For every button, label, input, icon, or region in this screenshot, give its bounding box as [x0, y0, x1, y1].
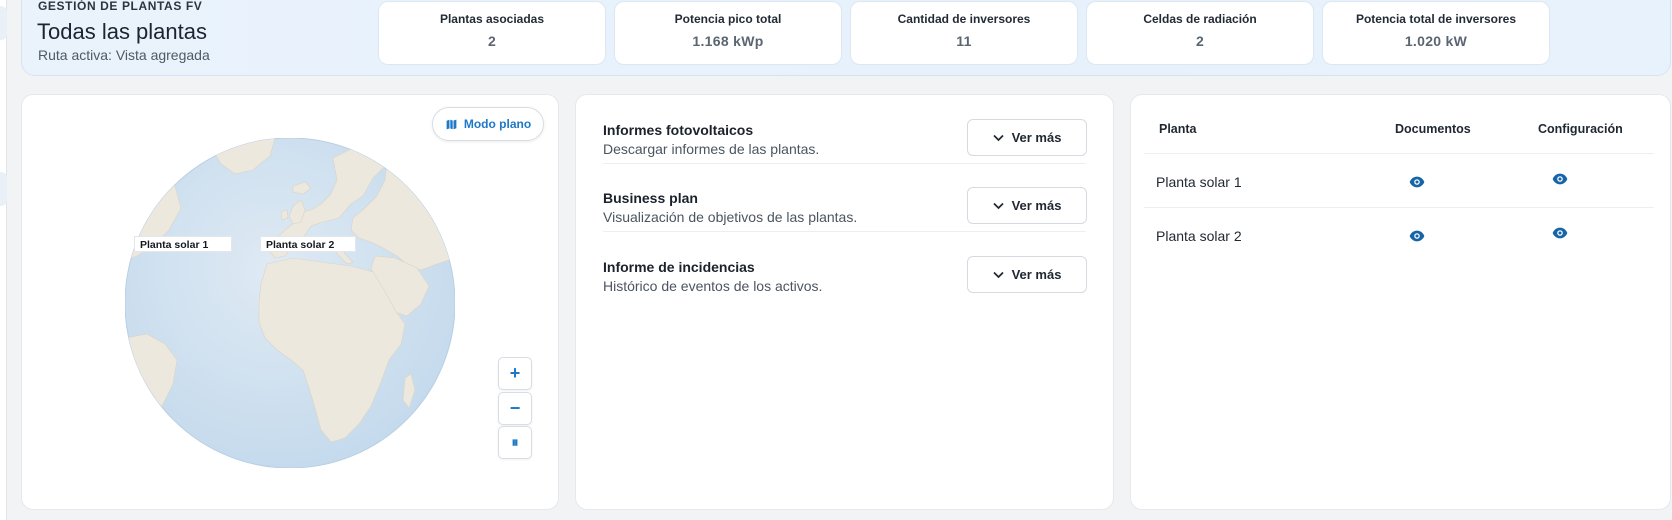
- report-item-informe-incidencias: Informe de incidencias Histórico de even…: [576, 232, 1113, 301]
- chevron-down-icon: [992, 202, 1004, 209]
- kpi-value: 1.168 kWp: [692, 33, 764, 49]
- ver-mas-label: Ver más: [1011, 198, 1062, 213]
- page-title: Todas las plantas: [37, 19, 207, 44]
- kpi-label: Celdas de radiación: [1143, 12, 1257, 26]
- ver-mas-label: Ver más: [1011, 267, 1062, 282]
- kpi-potencia-inversores: Potencia total de inversores 1.020 kW: [1322, 1, 1550, 65]
- table-row: Planta solar 2: [1144, 207, 1654, 265]
- marker-label: Planta solar 2: [266, 239, 335, 251]
- ver-mas-button[interactable]: Ver más: [967, 256, 1087, 293]
- header-banner: GESTIÓN DE PLANTAS FV Todas las plantas …: [21, 0, 1671, 76]
- kpi-value: 1.020 kW: [1404, 33, 1468, 49]
- left-rail: [0, 0, 7, 520]
- chevron-down-icon: [992, 134, 1004, 141]
- flat-mode-label: Modo plano: [463, 117, 532, 131]
- kpi-label: Cantidad de inversores: [897, 12, 1031, 26]
- view-documents-eye-icon[interactable]: [1409, 176, 1425, 188]
- map-marker-planta-solar-2[interactable]: Planta solar 2: [260, 236, 356, 252]
- globe[interactable]: [124, 137, 456, 469]
- active-route: Ruta activa: Vista agregada: [38, 47, 210, 63]
- kpi-value: 2: [1195, 33, 1205, 49]
- table-row: Planta solar 1: [1144, 153, 1654, 211]
- map-marker-planta-solar-1[interactable]: Planta solar 1: [134, 236, 232, 252]
- pause-icon: ⏸: [511, 434, 519, 450]
- section-kicker: GESTIÓN DE PLANTAS FV: [38, 0, 203, 13]
- kpi-plantas-asociadas: Plantas asociadas 2: [378, 1, 606, 65]
- view-documents-eye-icon[interactable]: [1409, 230, 1425, 242]
- flat-mode-button[interactable]: Modo plano: [432, 107, 544, 141]
- pause-rotation-button[interactable]: ⏸: [498, 426, 532, 459]
- kpi-label: Potencia total de inversores: [1355, 12, 1517, 26]
- globe-map: [124, 137, 456, 469]
- column-header-configuracion: Configuración: [1538, 122, 1623, 136]
- report-description: Histórico de eventos de los activos.: [603, 278, 823, 294]
- column-header-planta: Planta: [1159, 122, 1197, 136]
- plant-name: Planta solar 2: [1156, 228, 1242, 244]
- kpi-label: Potencia pico total: [674, 12, 782, 26]
- view-configuration-eye-icon[interactable]: [1552, 227, 1568, 239]
- chevron-down-icon: [992, 271, 1004, 278]
- rail-item[interactable]: [0, 172, 7, 206]
- zoom-out-button[interactable]: −: [498, 392, 532, 425]
- kpi-label: Plantas asociadas: [439, 12, 545, 26]
- kpi-celdas-radiacion: Celdas de radiación 2: [1086, 1, 1314, 65]
- zoom-in-button[interactable]: +: [498, 357, 532, 390]
- report-title: Informes fotovoltaicos: [603, 122, 754, 138]
- column-header-documentos: Documentos: [1395, 122, 1471, 136]
- reports-card: Informes fotovoltaicos Descargar informe…: [575, 94, 1114, 510]
- ver-mas-button[interactable]: Ver más: [967, 187, 1087, 224]
- report-description: Descargar informes de las plantas.: [603, 141, 820, 157]
- report-description: Visualización de objetivos de las planta…: [603, 209, 858, 225]
- report-item-business-plan: Business plan Visualización de objetivos…: [576, 163, 1113, 232]
- kpi-value: 2: [487, 33, 497, 49]
- rail-item[interactable]: [0, 6, 7, 40]
- plants-table-card: Planta Documentos Configuración Planta s…: [1130, 94, 1671, 510]
- marker-label: Planta solar 1: [140, 239, 209, 251]
- view-configuration-eye-icon[interactable]: [1552, 173, 1568, 185]
- report-title: Business plan: [603, 190, 698, 206]
- minus-icon: −: [509, 398, 521, 418]
- plant-name: Planta solar 1: [1156, 174, 1242, 190]
- map-card: Modo plano Planta solar 1 Planta solar 2…: [21, 94, 559, 510]
- report-item-informes-fotovoltaicos: Informes fotovoltaicos Descargar informe…: [576, 95, 1113, 164]
- map-icon: [446, 119, 457, 129]
- report-title: Informe de incidencias: [603, 259, 755, 275]
- plus-icon: +: [509, 363, 521, 383]
- kpi-value: 11: [956, 33, 972, 49]
- kpi-inversores: Cantidad de inversores 11: [850, 1, 1078, 65]
- kpi-potencia-pico: Potencia pico total 1.168 kWp: [614, 1, 842, 65]
- ver-mas-button[interactable]: Ver más: [967, 119, 1087, 156]
- ver-mas-label: Ver más: [1011, 130, 1062, 145]
